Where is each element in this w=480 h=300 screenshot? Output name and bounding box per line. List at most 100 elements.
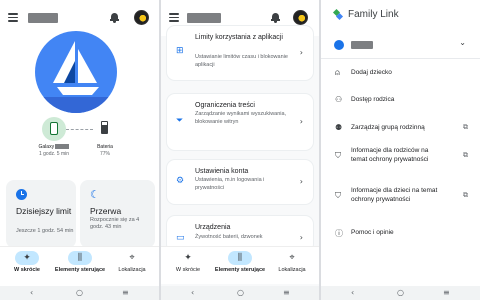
open-external-icon: ⧉ [463,123,468,131]
daily-limit-card[interactable]: Dzisiejszy limit Jeszcze 1 godz. 54 min [6,180,76,248]
devices-title: Urządzenia [195,224,231,231]
system-navigation-bar: ‹ ○ ≡ [321,286,480,300]
chevron-down-icon: ⌄ [459,38,466,47]
battery-label: Bateria [97,144,113,150]
devices-sub: Żywotność baterii, dzwonek [195,234,263,240]
device-info: Galaxy 1 godz. 5 min [28,144,80,158]
downtime-card[interactable]: ☾ Przerwa Rozpocznie się za 4 godz. 43 m… [80,180,155,248]
menu-parent-access-label: Dostęp rodzica [351,96,395,103]
nav-overview-label: W skrócie [14,267,40,273]
divider [321,58,480,59]
nav-controls-label: Elementy sterujące [54,267,106,273]
device-name: Galaxy [38,144,55,150]
chevron-right-icon: › [299,177,303,186]
chevron-right-icon: › [299,233,303,242]
screenshot-triptych: Galaxy 1 godz. 5 min Bateria 77% Dzisiej… [0,0,480,300]
privacy-shield-icon: ⛉ [335,191,341,200]
menu-kids-privacy[interactable]: ⛉ Informacje dla dzieci na temat ochrony… [321,184,480,216]
menu-manage-family[interactable]: ⚉ Zarządzaj grupą rodzinną ⧉ [321,121,480,135]
app-limits-title: Limity korzystania z aplikacji [195,34,283,41]
sparkle-icon: ✦ [15,251,39,265]
bottom-navigation: ✦ W skrócie ⫼ Elementy sterujące ⌖ Lokal… [161,246,319,284]
navigation-drawer-screen: Family Link ⌄ ⍝ Dodaj dziecko ⚇ Dostęp r… [321,0,480,300]
redacted-account-name [351,41,373,49]
avatar[interactable] [134,10,149,25]
phone-icon [50,122,58,135]
devices-icon: ▭ [176,233,185,243]
downtime-title: Przerwa [90,206,122,216]
menu-parents-privacy[interactable]: ⛉ Informacje dla rodziców na temat ochro… [321,144,480,176]
nav-overview[interactable]: ✦ W skrócie [1,251,53,274]
recents-icon[interactable]: ≡ [283,288,290,298]
recents-icon[interactable]: ≡ [443,288,450,298]
daily-limit-sub: Jeszcze 1 godz. 54 min [16,228,74,234]
child-avatar-boat [35,31,117,113]
menu-add-child-label: Dodaj dziecko [351,69,392,76]
bottom-navigation: ✦ W skrócie ⫼ Elementy sterujące ⌖ Lokal… [0,246,159,284]
nav-overview[interactable]: ✦ W skrócie [162,251,214,274]
menu-help-label: Pomoc i opinie [351,229,394,236]
battery-fill [102,124,107,133]
recents-icon[interactable]: ≡ [122,288,129,298]
content-restrictions-item[interactable]: ⏷ Ograniczenia treści Zarządzanie wynika… [167,94,313,150]
account-settings-item[interactable]: ⚙ Ustawienia konta Ustawienia, m.in logo… [167,160,313,204]
home-icon[interactable]: ○ [397,288,404,298]
menu-icon[interactable] [169,13,179,22]
location-pin-icon: ⌖ [129,253,135,263]
filter-icon: ⏷ [176,116,184,126]
home-icon[interactable]: ○ [76,288,83,298]
open-external-icon: ⧉ [463,151,468,159]
avatar[interactable] [293,10,308,25]
nav-location-label: Lokalizacja [118,267,146,273]
nav-controls-label: Elementy sterujące [214,267,266,273]
nav-location[interactable]: ⌖ Lokalizacja [106,251,158,274]
menu-add-child[interactable]: ⍝ Dodaj dziecko [321,66,480,80]
battery-icon [101,121,108,134]
menu-manage-family-label: Zarządzaj grupą rodzinną [351,124,425,131]
home-icon[interactable]: ○ [237,288,244,298]
content-restrictions-sub: Zarządzanie wynikami wyszukiwania, bloko… [195,111,287,125]
system-navigation-bar: ‹ ○ ≡ [0,286,159,300]
moon-icon: ☾ [90,188,100,201]
menu-parents-privacy-label: Informacje dla rodziców na temat ochrony… [351,147,429,163]
content-restrictions-title: Ograniczenia treści [195,102,255,109]
back-icon[interactable]: ‹ [191,288,194,298]
menu-parent-access[interactable]: ⚇ Dostęp rodzica [321,93,480,107]
account-switcher[interactable]: ⌄ [321,36,480,54]
overview-screen: Galaxy 1 godz. 5 min Bateria 77% Dzisiej… [0,0,159,300]
parent-access-icon: ⚇ [335,95,343,104]
sparkle-icon: ✦ [184,253,192,263]
family-link-logo-icon [332,8,344,21]
back-icon[interactable]: ‹ [30,288,33,298]
back-icon[interactable]: ‹ [351,288,354,298]
battery-status [93,117,117,141]
app-limits-sub: Ustawianie limitów czasu i blokowanie ap… [195,54,288,68]
family-group-icon: ⚉ [335,123,343,132]
nav-location[interactable]: ⌖ Lokalizacja [266,251,318,274]
redacted-child-name [187,13,221,23]
account-avatar [334,40,344,50]
downtime-sub: Rozpocznie się za 4 godz. 43 min [90,217,140,230]
daily-limit-title: Dzisiejszy limit [16,206,72,216]
device-status-circle[interactable] [42,117,66,141]
nav-controls[interactable]: ⫼ Elementy sterujące [214,251,266,274]
menu-icon[interactable] [8,13,18,22]
location-pin-icon: ⌖ [289,253,295,263]
menu-help[interactable]: ⓘ Pomoc i opinie [321,226,480,240]
person-add-icon: ⍝ [335,68,340,77]
controls-screen: ⊞ Limity korzystania z aplikacji Ustawia… [161,0,319,300]
sliders-icon: ⫼ [228,251,252,265]
account-settings-sub: Ustawienia, m.in logowania i prywatności [195,177,265,191]
open-external-icon: ⧉ [463,191,468,199]
notifications-bell-icon[interactable] [110,13,119,23]
battery-info: Bateria 77% [86,144,124,158]
app-title: Family Link [348,9,399,20]
connection-divider [66,129,93,130]
battery-value: 77% [99,151,110,157]
app-limits-item[interactable]: ⊞ Limity korzystania z aplikacji Ustawia… [167,26,313,80]
nav-controls[interactable]: ⫼ Elementy sterujące [54,251,106,274]
notifications-bell-icon[interactable] [271,13,280,23]
account-settings-icon: ⚙ [176,176,185,186]
apps-grid-icon: ⊞ [176,46,184,56]
redacted-device-model [55,144,70,150]
